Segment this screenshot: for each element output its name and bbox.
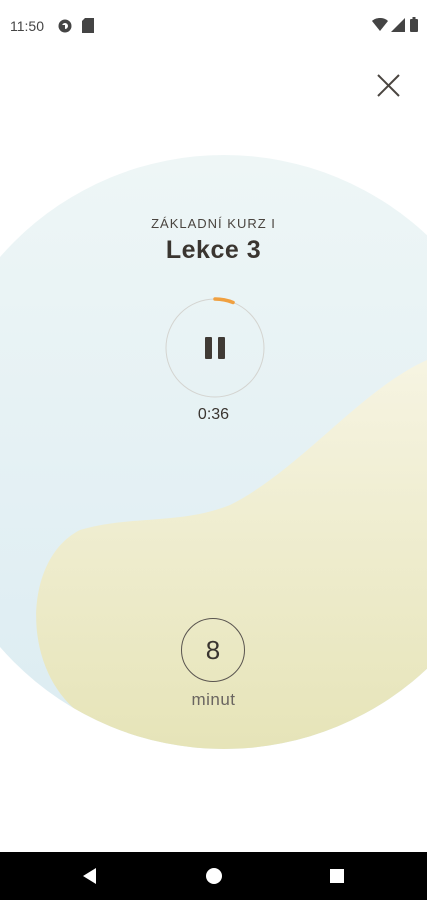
duration-value: 8 [205, 634, 221, 665]
close-button[interactable] [370, 68, 406, 104]
sim-card-icon [82, 18, 94, 33]
elapsed-time: 0:36 [197, 406, 230, 423]
battery-icon [410, 17, 418, 32]
nav-recents-button[interactable] [322, 862, 352, 890]
lesson-title: Lekce 3 [165, 236, 262, 264]
progress-ring [164, 297, 266, 399]
pause-button[interactable] [163, 296, 267, 400]
home-icon [206, 868, 222, 884]
nav-back-button[interactable] [74, 862, 104, 890]
duration-selector-button[interactable]: 8 [181, 618, 245, 682]
back-icon [83, 868, 96, 884]
recents-icon [330, 869, 344, 883]
status-time: 11:50 [10, 18, 44, 34]
course-label: ZÁKLADNÍ KURZ I [151, 216, 276, 231]
duration-unit-label: minut [191, 690, 236, 709]
nav-home-button[interactable] [199, 862, 229, 890]
pocket-casts-icon [58, 19, 72, 33]
cell-signal-icon [391, 18, 405, 32]
wifi-icon [372, 18, 388, 31]
close-icon [377, 74, 400, 97]
pause-icon [205, 337, 225, 359]
background-shapes [0, 155, 427, 749]
status-bar: 11:50 [0, 0, 427, 52]
navigation-bar [0, 852, 427, 900]
